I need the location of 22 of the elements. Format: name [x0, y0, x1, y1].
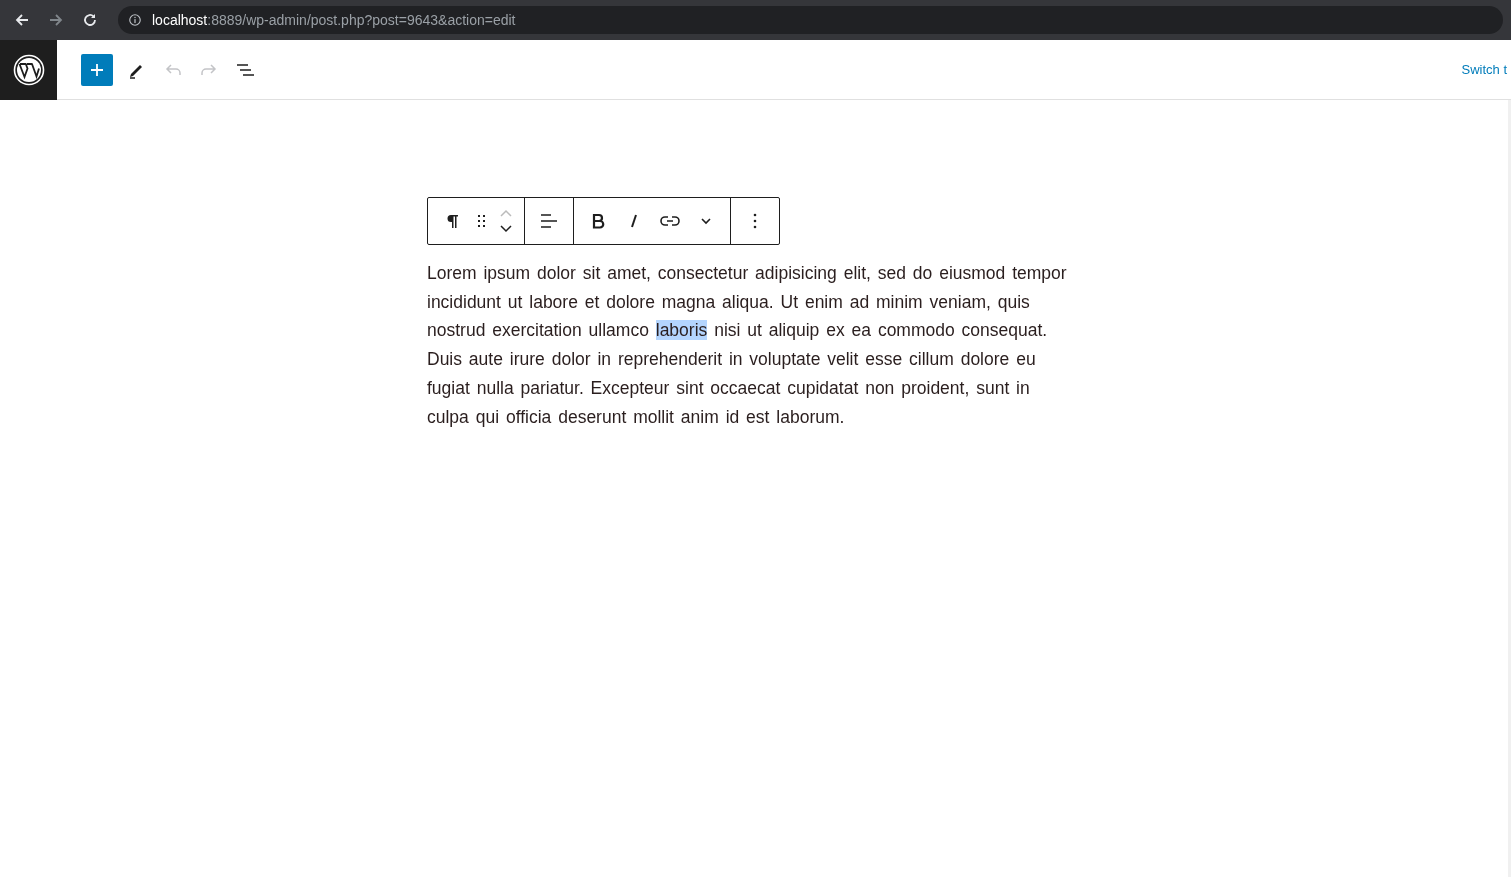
chevron-up-icon — [499, 209, 513, 217]
url-text: localhost:8889/wp-admin/post.php?post=9643&action=edit — [152, 12, 516, 28]
switch-link[interactable]: Switch t — [1461, 62, 1507, 77]
drag-handle-icon — [477, 214, 487, 228]
bold-icon — [591, 213, 605, 229]
wordpress-logo-icon — [12, 53, 45, 86]
kebab-menu-icon — [753, 213, 757, 229]
pilcrow-icon — [444, 213, 460, 229]
plus-icon — [89, 61, 105, 78]
paragraph-block[interactable]: Lorem ipsum dolor sit amet, consectetur adipisicing elit, sed do eiusmod tempor incididunt ut labore et dolore magna aliqua. Ut enim ad minim veniam, quis nostrud exercitation ullamco laboris nisi ut aliquip ex ea commodo consequat. Duis aute irure dolor in reprehenderit in voluptate velit esse cillum dolore eu fugiat nulla pariatur. Excepteur sint occaecat cupidatat non proident, sunt in culpa qui officia deserunt mollit anim id est laborum. — [427, 259, 1077, 432]
reload-icon — [82, 12, 98, 28]
link-icon — [660, 215, 680, 227]
chevron-down-icon — [700, 217, 712, 225]
forward-arrow-icon — [48, 12, 64, 28]
info-icon — [128, 13, 142, 27]
wordpress-logo-button[interactable] — [0, 39, 57, 100]
italic-icon — [629, 213, 639, 229]
address-bar[interactable]: localhost:8889/wp-admin/post.php?post=9643&action=edit — [118, 6, 1503, 34]
back-arrow-icon — [14, 12, 30, 28]
chevron-down-icon — [499, 225, 513, 233]
align-left-icon — [539, 213, 559, 229]
add-block-button[interactable] — [81, 53, 113, 86]
